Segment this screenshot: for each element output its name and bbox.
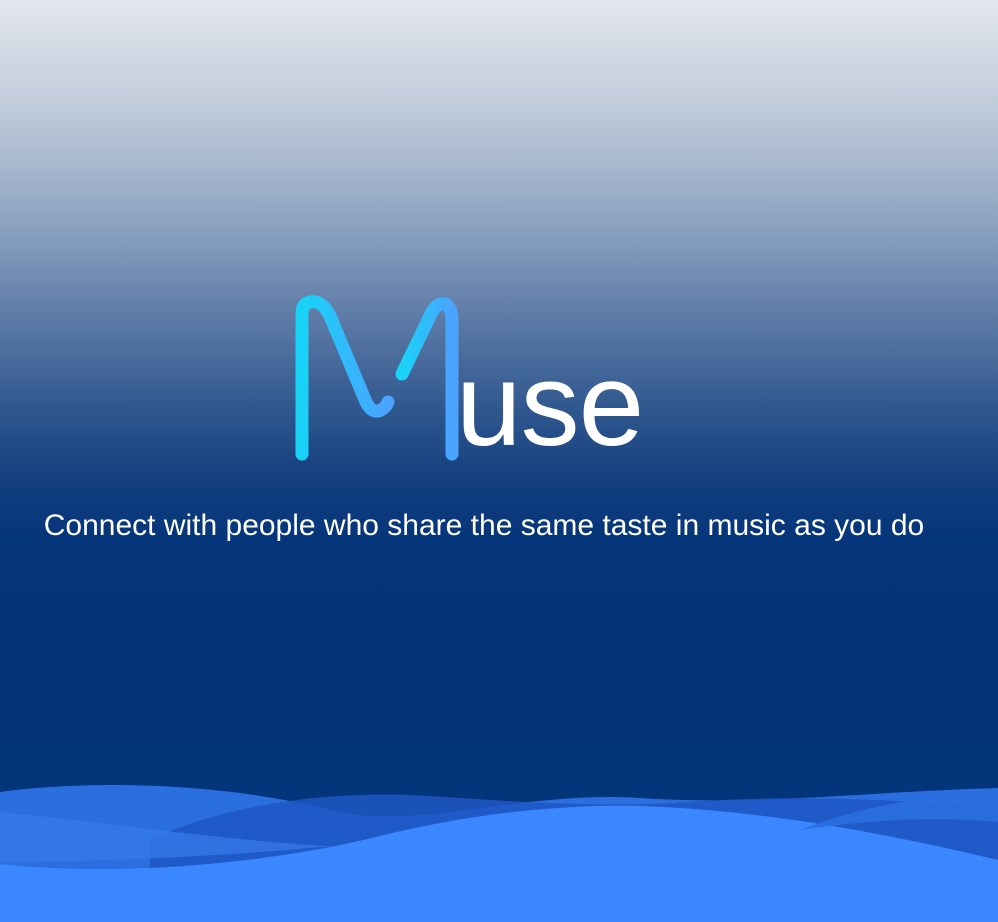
wave-decoration — [0, 782, 998, 922]
splash-screen: M use Connect with people who share the … — [0, 0, 998, 922]
tagline: Connect with people who share the same t… — [43, 509, 925, 542]
logo-wordmark: use — [456, 339, 644, 471]
muse-logo: M use — [290, 292, 680, 472]
m-logo-icon: M — [295, 295, 459, 461]
